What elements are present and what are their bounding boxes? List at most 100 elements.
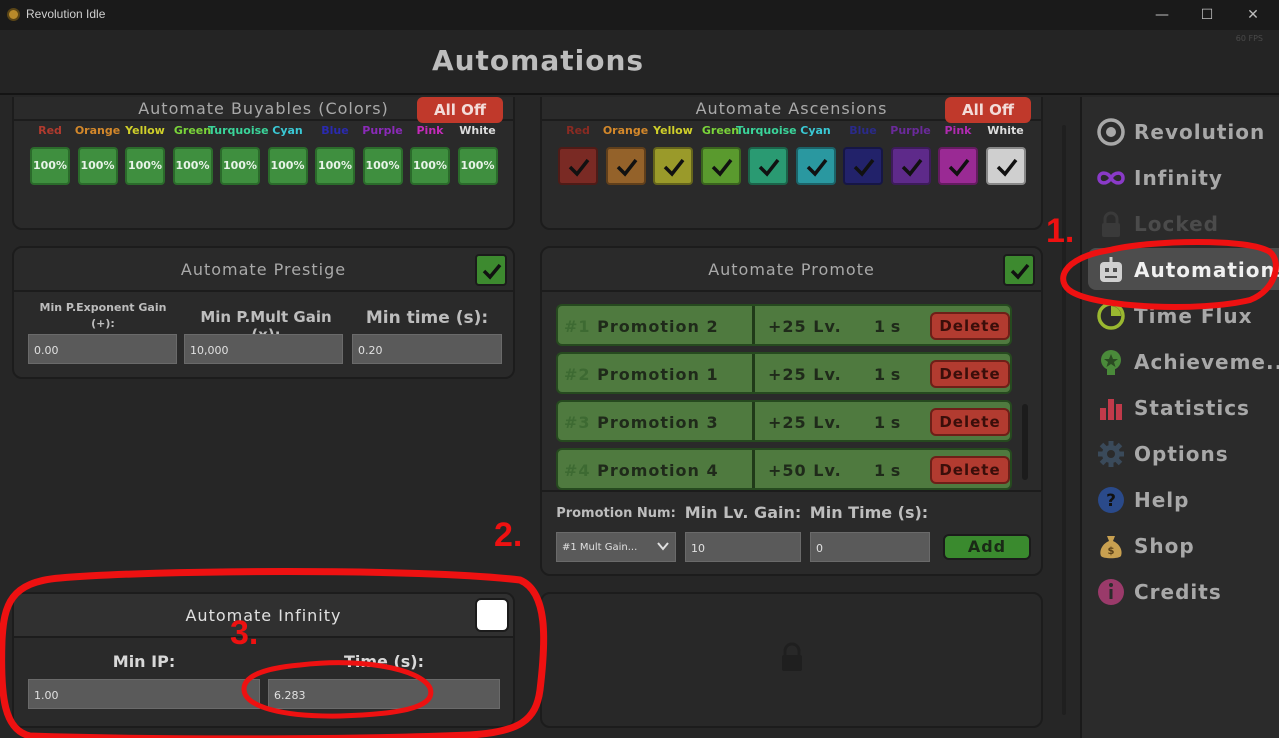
sidebar-item-statistics[interactable]: Statistics — [1088, 386, 1279, 428]
maximize-button[interactable]: ☐ — [1196, 4, 1218, 26]
min-time-label: Min Time (s): — [809, 503, 929, 522]
buyable-color-label: Blue — [321, 124, 349, 137]
buyables-all-off-button[interactable]: All Off — [417, 97, 503, 123]
delete-promotion-button[interactable]: Delete — [930, 312, 1010, 340]
close-button[interactable]: ✕ — [1242, 4, 1264, 26]
ascension-color-checkbox[interactable] — [843, 147, 883, 185]
minimize-button[interactable]: — — [1151, 4, 1173, 26]
promotion-num-select[interactable]: #1 Mult Gain... — [556, 532, 676, 562]
add-promotion-button[interactable]: Add — [943, 534, 1031, 560]
promotion-row-divider — [752, 354, 755, 392]
buyable-color-label: Red — [38, 124, 62, 137]
buyable-percent-button[interactable]: 100% — [362, 147, 403, 185]
buyable-percent-button[interactable]: 100% — [125, 147, 165, 185]
ascension-color-checkbox[interactable] — [795, 147, 836, 185]
promotion-row[interactable]: #3 Promotion 3 +25 Lv. 1 s Delete — [556, 400, 1012, 442]
buyable-percent-button[interactable]: 100% — [172, 147, 213, 185]
prestige-enable-checkbox[interactable] — [475, 254, 507, 286]
page-header: Automations 60 FPS — [0, 30, 1279, 95]
min-ip-input[interactable]: 1.00 — [28, 679, 260, 709]
buyable-color-label: Pink — [416, 124, 444, 137]
ascensions-all-off-button[interactable]: All Off — [945, 97, 1031, 123]
ascension-color-checkbox[interactable] — [605, 147, 646, 185]
buyable-percent-button[interactable]: 100% — [77, 147, 118, 185]
ascensions-panel: Automate Ascensions All Off Red Orange Yel… — [540, 97, 1043, 230]
delete-promotion-button[interactable]: Delete — [930, 360, 1010, 388]
svg-text:$: $ — [1108, 546, 1115, 557]
prestige-time-label: Min time (s): — [365, 308, 489, 328]
check-icon — [996, 158, 1017, 177]
sidebar-item-credits[interactable]: Credits — [1088, 570, 1279, 612]
sidebar-item-help[interactable]: ? Help — [1088, 478, 1279, 520]
prestige-exp-label: Min P.Exponent Gain (+): — [39, 301, 167, 330]
promotion-order: #4 — [564, 461, 591, 480]
ascension-color-checkbox[interactable] — [890, 147, 931, 185]
prestige-mult-input[interactable]: 10,000 — [184, 334, 343, 364]
buyable-percent-button[interactable]: 100% — [30, 147, 70, 185]
sidebar-item-label: Infinity — [1134, 166, 1223, 190]
statistics-icon — [1096, 393, 1126, 423]
buyables-panel: Automate Buyables (Colors) All Off Red 10… — [12, 97, 515, 230]
info-icon — [1096, 577, 1126, 607]
sidebar-item-infinity[interactable]: Infinity — [1088, 156, 1279, 198]
check-icon — [568, 158, 590, 177]
promotion-time: 1 s — [874, 365, 901, 384]
sidebar-item-time-flux[interactable]: Time Flux — [1088, 294, 1279, 336]
ascension-color-checkbox[interactable] — [985, 147, 1026, 185]
prestige-time-input[interactable]: 0.20 — [352, 334, 502, 364]
sidebar-item-achieveme[interactable]: Achieveme... — [1088, 340, 1279, 382]
locked-panel — [540, 592, 1043, 728]
sidebar-item-automations[interactable]: Automations — [1088, 248, 1279, 290]
sidebar-item-options[interactable]: Options — [1088, 432, 1279, 474]
promote-panel: Automate Promote #1 Promotion 2 +25 Lv. 1 … — [540, 246, 1043, 576]
infinity-icon — [1096, 163, 1126, 193]
promotion-label: Promotion 4 — [597, 461, 719, 480]
promotion-row[interactable]: #4 Promotion 4 +50 Lv. 1 s Delete — [556, 448, 1012, 490]
buyable-percent-button[interactable]: 100% — [315, 147, 355, 185]
buyable-percent-button[interactable]: 100% — [220, 147, 260, 185]
buyable-percent-button[interactable]: 100% — [457, 147, 498, 185]
sidebar-item-locked[interactable]: Locked — [1088, 202, 1279, 244]
check-icon — [853, 158, 875, 177]
promotion-row[interactable]: #1 Promotion 2 +25 Lv. 1 s Delete — [556, 304, 1012, 346]
promotion-lv-gain: +25 Lv. — [768, 413, 842, 432]
ascension-color-label: Purple — [890, 124, 931, 137]
chevron-down-icon — [657, 542, 669, 551]
check-icon — [948, 158, 970, 177]
app-logo-icon — [7, 8, 20, 21]
promotion-name: #2 Promotion 1 — [564, 365, 719, 384]
infinity-enable-checkbox[interactable] — [475, 598, 509, 632]
delete-promotion-button[interactable]: Delete — [930, 408, 1010, 436]
promotion-list-scrollbar[interactable] — [1022, 404, 1028, 480]
sidebar-item-revolution[interactable]: Revolution — [1088, 110, 1279, 152]
delete-promotion-button[interactable]: Delete — [930, 456, 1010, 484]
promote-enable-checkbox[interactable] — [1003, 254, 1035, 286]
time-flux-icon — [1096, 301, 1126, 331]
buyable-percent-button[interactable]: 100% — [267, 147, 308, 185]
infinity-time-input[interactable]: 6.283 — [268, 679, 500, 709]
min-lv-gain-input[interactable]: 10 — [685, 532, 801, 562]
ascension-color-checkbox[interactable] — [653, 147, 693, 185]
promotion-order: #1 — [564, 317, 591, 336]
prestige-exp-input[interactable]: 0.00 — [28, 334, 177, 364]
ascension-color-checkbox[interactable] — [700, 147, 741, 185]
promotion-list[interactable]: #1 Promotion 2 +25 Lv. 1 s Delete #2 Promoti… — [542, 294, 1041, 490]
achievement-icon — [1096, 347, 1126, 377]
ascension-color-checkbox[interactable] — [938, 147, 978, 185]
ascension-color-label: Blue — [849, 124, 877, 137]
promotion-label: Promotion 3 — [597, 413, 719, 432]
promotion-time: 1 s — [874, 413, 901, 432]
ascension-color-checkbox[interactable] — [748, 147, 788, 185]
infinity-title: Automate Infinity — [185, 606, 342, 625]
promotion-row-divider — [752, 402, 755, 440]
annotation-3: 3. — [230, 614, 259, 652]
buyable-percent-button[interactable]: 100% — [410, 147, 450, 185]
sidebar: Revolution Infinity Locked Automations Time … — [1080, 97, 1279, 738]
sidebar-item-shop[interactable]: $ Shop — [1088, 524, 1279, 566]
buyable-color-label: Yellow — [125, 124, 165, 137]
ascension-color-checkbox[interactable] — [558, 147, 598, 185]
main-content[interactable]: Automate Buyables (Colors) All Off Red 10… — [0, 97, 1078, 738]
buyable-color-label: White — [459, 124, 496, 137]
min-time-input[interactable]: 0 — [810, 532, 930, 562]
promotion-row[interactable]: #2 Promotion 1 +25 Lv. 1 s Delete — [556, 352, 1012, 394]
